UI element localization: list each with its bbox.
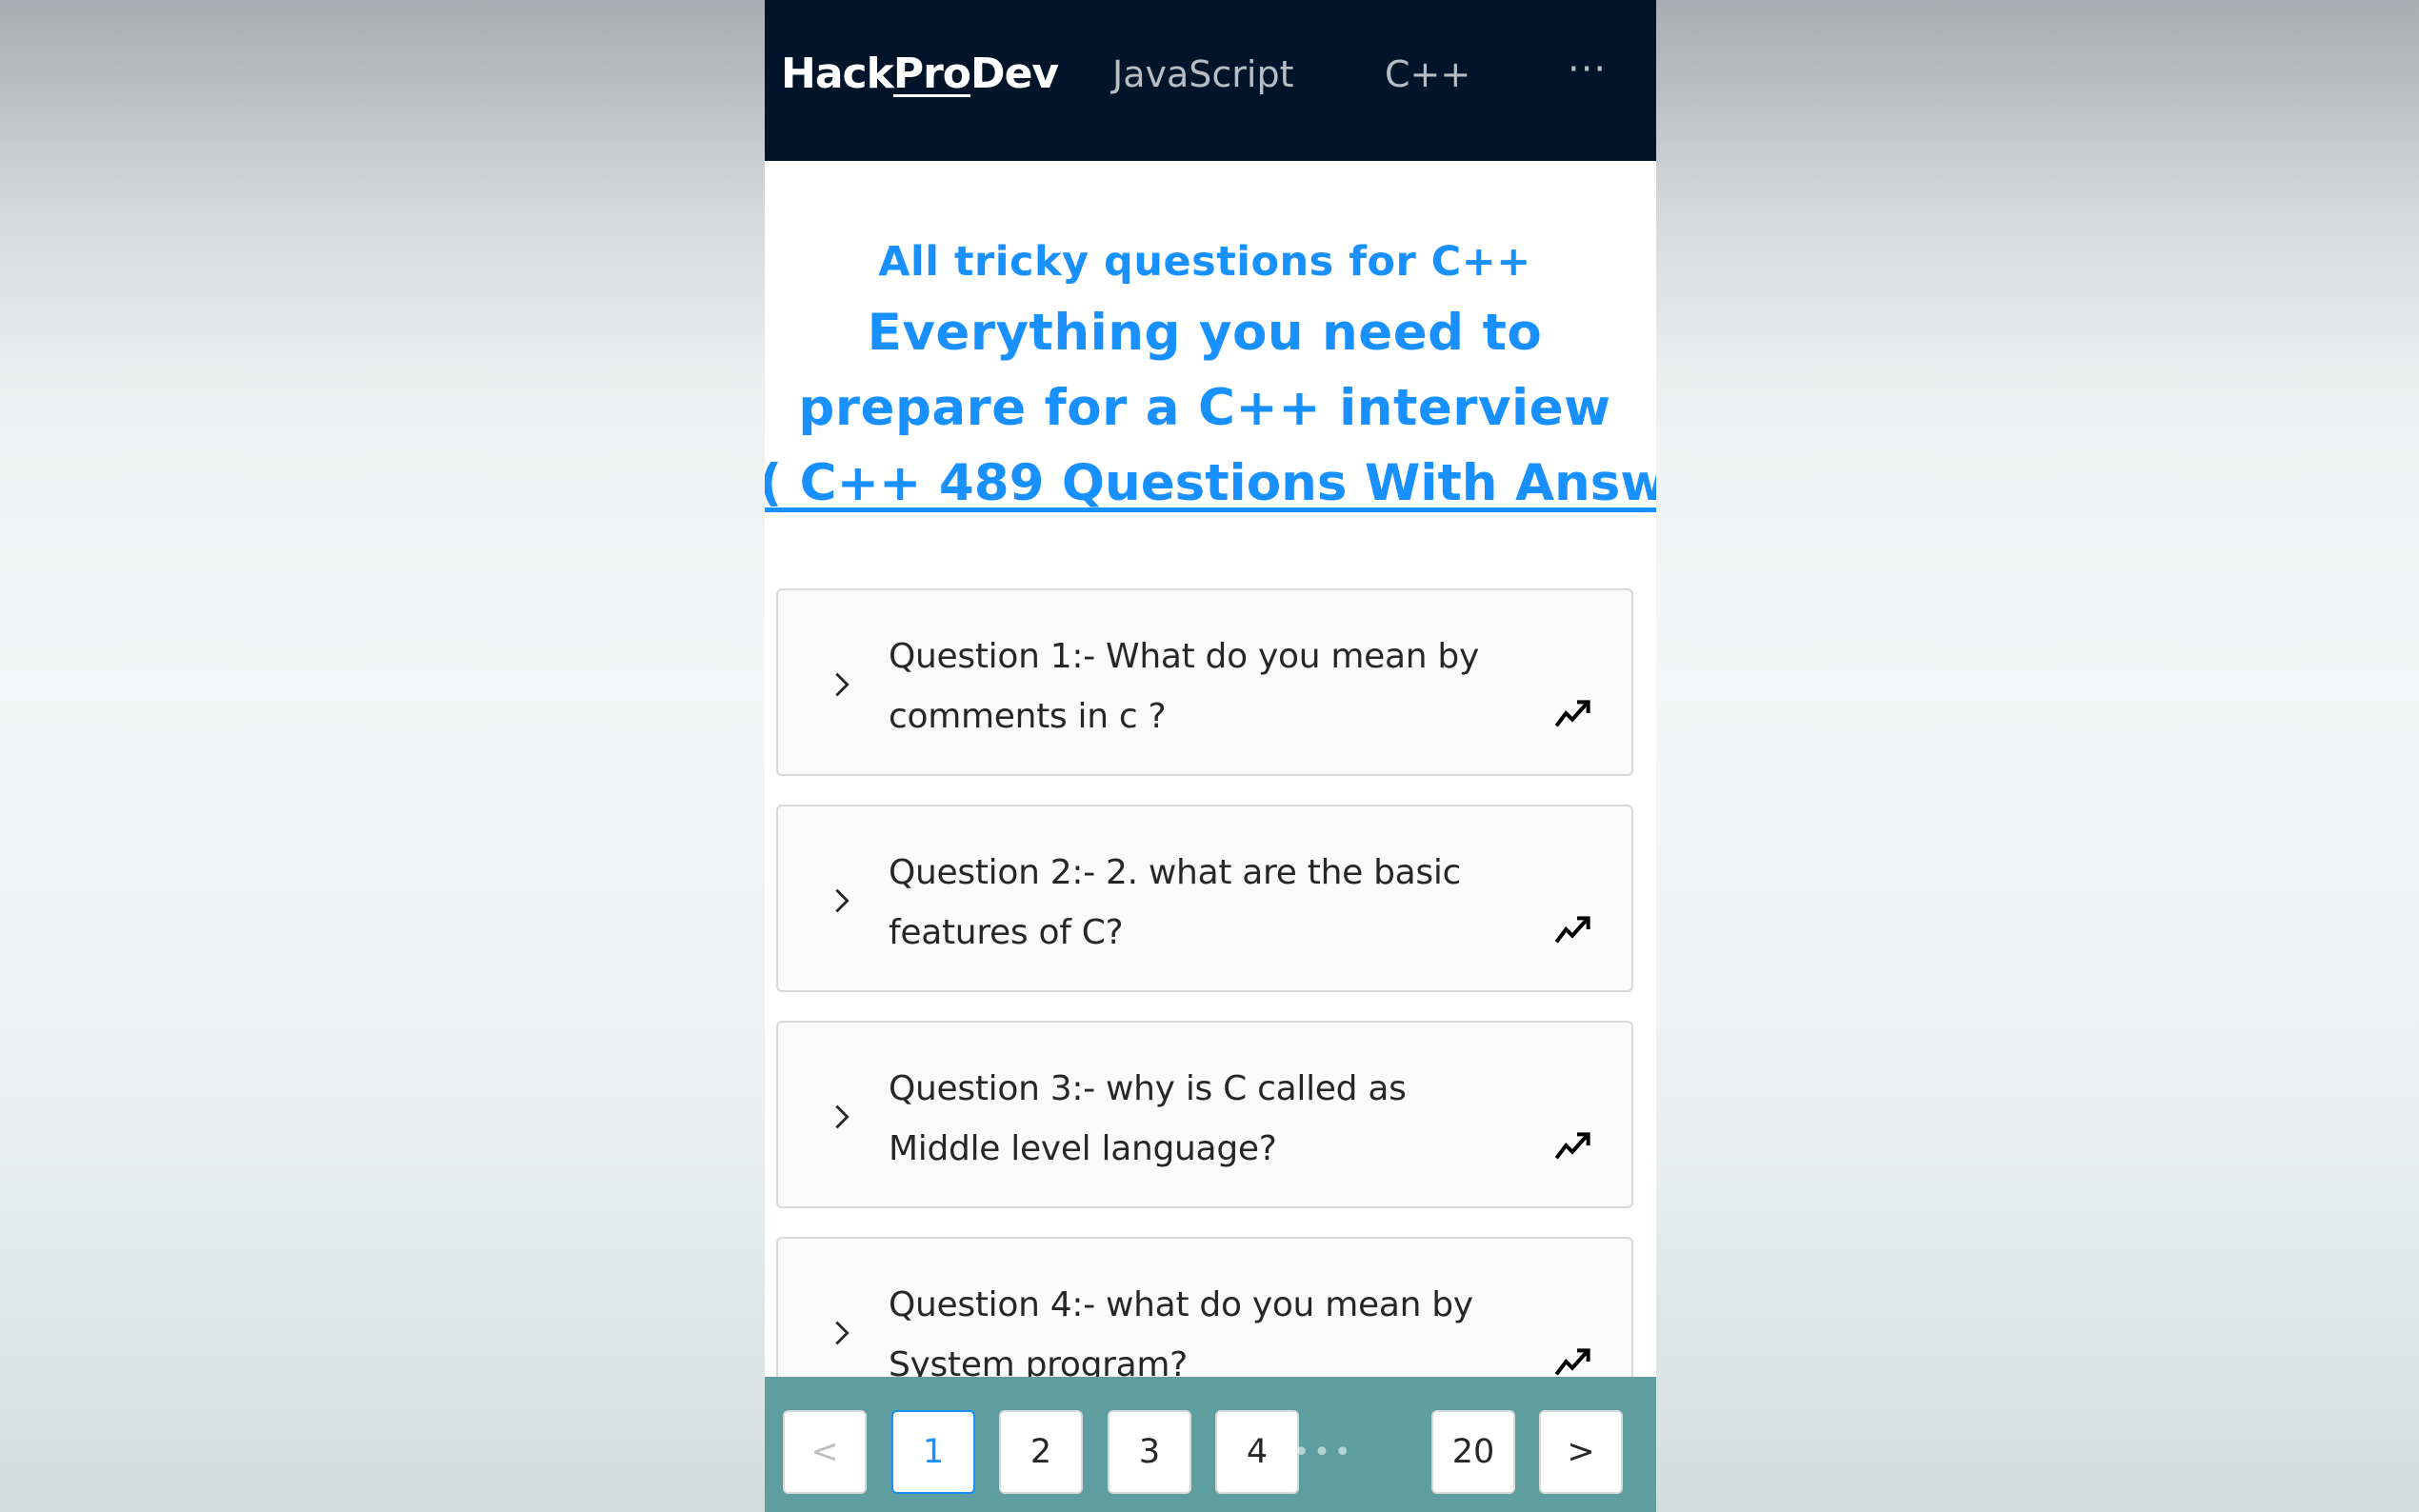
nav-item-cpp[interactable]: C++ — [1385, 53, 1470, 95]
question-text: Question 2:- 2. what are the basic featu… — [889, 853, 1462, 952]
pagination-page-last[interactable]: 20 — [1431, 1410, 1515, 1494]
page-subtitle: All tricky questions for C++ — [878, 238, 1531, 286]
pagination-next-button[interactable]: > — [1539, 1410, 1623, 1494]
brand-prefix: Hack — [781, 50, 894, 98]
pagination-page-2[interactable]: 2 — [999, 1410, 1083, 1494]
question-card[interactable]: Question 3:- why is C called as Middle l… — [776, 1021, 1633, 1208]
rise-icon — [1554, 700, 1590, 727]
chevron-right-icon — [835, 888, 850, 913]
nav-item-javascript[interactable]: JavaScript — [1112, 53, 1293, 95]
chevron-right-icon — [835, 672, 850, 697]
questions-list: Question 1:- What do you mean by comment… — [776, 588, 1633, 1453]
nav-more-ellipsis-icon[interactable]: ··· — [1568, 48, 1607, 91]
brand-highlight: Pro — [892, 50, 971, 98]
pagination-prev-button[interactable]: < — [783, 1410, 867, 1494]
question-card[interactable]: Question 1:- What do you mean by comment… — [776, 588, 1633, 776]
chevron-right-icon — [835, 1321, 850, 1345]
questions-count-link[interactable]: ( C++ 489 Questions With Answers ) — [765, 446, 1656, 521]
brand-logo[interactable]: HackProDev — [781, 50, 1059, 98]
page-heading: All tricky questions for C++ Everything … — [765, 229, 1656, 521]
rise-icon — [1554, 1348, 1590, 1376]
brand-suffix: Dev — [970, 50, 1059, 98]
rise-icon — [1554, 916, 1590, 944]
page-title: Everything you need to prepare for a C++… — [798, 304, 1611, 437]
question-text: Question 1:- What do you mean by comment… — [889, 637, 1479, 736]
pagination-bar: < 1 2 3 4 ••• 20 > — [765, 1377, 1656, 1512]
chevron-right-icon — [835, 1104, 850, 1129]
rise-icon — [1554, 1132, 1590, 1160]
pagination-page-1[interactable]: 1 — [891, 1410, 975, 1494]
question-card[interactable]: Question 2:- 2. what are the basic featu… — [776, 805, 1633, 992]
pagination-jump-next-ellipsis-icon[interactable]: ••• — [1282, 1410, 1366, 1494]
pagination-page-3[interactable]: 3 — [1108, 1410, 1191, 1494]
question-text: Question 3:- why is C called as Middle l… — [889, 1069, 1407, 1168]
mobile-viewport: HackProDev JavaScript C++ ··· All tricky… — [765, 0, 1656, 1512]
top-navbar: HackProDev JavaScript C++ ··· — [765, 0, 1656, 161]
